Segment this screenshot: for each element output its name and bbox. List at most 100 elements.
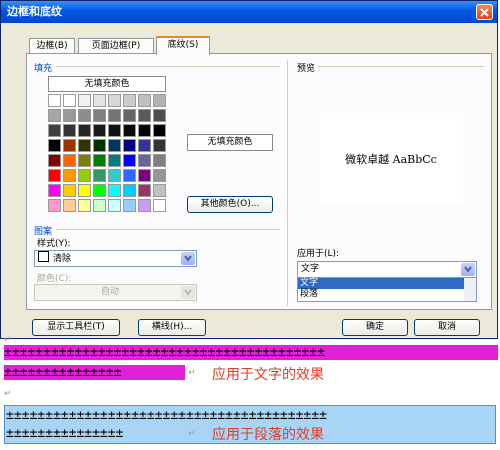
- color-swatch[interactable]: [48, 199, 61, 212]
- color-swatch[interactable]: [78, 94, 91, 107]
- color-swatch[interactable]: [48, 94, 61, 107]
- color-swatch[interactable]: [78, 109, 91, 122]
- apply-to-select[interactable]: 文字: [297, 261, 477, 278]
- paragraph-mark: ↵: [188, 368, 196, 378]
- apply-to-option-text[interactable]: 文字: [298, 278, 476, 289]
- chevron-down-icon: [184, 289, 192, 296]
- color-swatch[interactable]: [153, 184, 166, 197]
- color-swatch[interactable]: [123, 94, 136, 107]
- color-swatch[interactable]: [123, 169, 136, 182]
- style-select[interactable]: 清除: [34, 250, 197, 267]
- color-swatch[interactable]: [108, 124, 121, 137]
- list-scrollbar[interactable]: [464, 278, 476, 301]
- color-swatch[interactable]: [78, 199, 91, 212]
- color-swatch[interactable]: [153, 154, 166, 167]
- color-swatch[interactable]: [63, 169, 76, 182]
- more-colors-button[interactable]: 其他颜色(O)...: [187, 196, 273, 213]
- apply-to-options-list: 文字 段落: [297, 277, 477, 302]
- color-swatch[interactable]: [93, 169, 106, 182]
- ok-button[interactable]: 确定: [342, 319, 408, 336]
- color-swatch[interactable]: [108, 139, 121, 152]
- color-swatch[interactable]: [93, 154, 106, 167]
- no-fill-swatch[interactable]: 无填充颜色: [48, 76, 166, 92]
- color-swatch[interactable]: [108, 199, 121, 212]
- color-swatch[interactable]: [153, 139, 166, 152]
- horizontal-line-button[interactable]: 横线(H)...: [138, 319, 206, 336]
- color-swatch[interactable]: [48, 139, 61, 152]
- apply-to-dropdown-arrow[interactable]: [461, 263, 475, 276]
- color-swatch[interactable]: [93, 94, 106, 107]
- style-dropdown-arrow[interactable]: [181, 252, 195, 265]
- tab-shading[interactable]: 底纹(S): [156, 36, 210, 55]
- color-swatch[interactable]: [93, 124, 106, 137]
- color-swatch[interactable]: [138, 124, 151, 137]
- color-swatch[interactable]: [93, 139, 106, 152]
- color-swatch[interactable]: [108, 94, 121, 107]
- color-swatch[interactable]: [48, 124, 61, 137]
- color-swatch[interactable]: [93, 109, 106, 122]
- fill-group-divider: [56, 66, 280, 67]
- color-swatch[interactable]: [78, 139, 91, 152]
- color-swatch[interactable]: [108, 169, 121, 182]
- preview-group-divider: [318, 66, 484, 67]
- color-swatch[interactable]: [78, 124, 91, 137]
- tab-borders[interactable]: 边框(B): [29, 38, 75, 54]
- color-swatch[interactable]: [123, 184, 136, 197]
- color-swatch[interactable]: [63, 94, 76, 107]
- text-shading-line-2: ±±±±±±±±±±±±±±±: [4, 365, 185, 380]
- color-swatch[interactable]: [93, 184, 106, 197]
- color-swatch[interactable]: [138, 94, 151, 107]
- color-swatch[interactable]: [63, 154, 76, 167]
- color-swatch[interactable]: [108, 154, 121, 167]
- color-swatch[interactable]: [48, 109, 61, 122]
- color-swatch[interactable]: [78, 169, 91, 182]
- color-swatch[interactable]: [138, 184, 151, 197]
- color-swatch[interactable]: [153, 109, 166, 122]
- color-swatch[interactable]: [78, 184, 91, 197]
- color-swatch[interactable]: [153, 94, 166, 107]
- color-swatch[interactable]: [63, 139, 76, 152]
- close-button[interactable]: [476, 4, 493, 20]
- apply-to-option-paragraph[interactable]: 段落: [298, 289, 476, 300]
- color-swatch[interactable]: [138, 169, 151, 182]
- apply-to-label: 应用于(L):: [297, 249, 340, 259]
- color-swatch[interactable]: [153, 124, 166, 137]
- color-swatch[interactable]: [138, 139, 151, 152]
- color-swatch[interactable]: [138, 199, 151, 212]
- preview-sample-text: 微软卓越 AaBbCc: [345, 153, 437, 166]
- color-swatch[interactable]: [48, 184, 61, 197]
- color-swatch[interactable]: [153, 199, 166, 212]
- color-swatch[interactable]: [93, 199, 106, 212]
- apply-to-value: 文字: [301, 264, 320, 274]
- color-swatch[interactable]: [123, 139, 136, 152]
- color-swatch[interactable]: [123, 199, 136, 212]
- color-swatch[interactable]: [108, 109, 121, 122]
- color-swatch[interactable]: [48, 154, 61, 167]
- preview-area: 微软卓越 AaBbCc: [319, 113, 463, 203]
- selected-fill-display: 无填充颜色: [187, 134, 273, 151]
- color-swatch[interactable]: [78, 154, 91, 167]
- color-swatch[interactable]: [138, 154, 151, 167]
- color-swatch[interactable]: [63, 184, 76, 197]
- color-swatch[interactable]: [63, 109, 76, 122]
- close-icon: [480, 8, 489, 17]
- color-swatch[interactable]: [123, 124, 136, 137]
- fill-group-label: 填充: [34, 64, 53, 74]
- color-value: 自动: [100, 287, 119, 297]
- color-swatch[interactable]: [48, 169, 61, 182]
- color-swatch[interactable]: [153, 169, 166, 182]
- color-select: 自动: [34, 284, 197, 301]
- color-swatch[interactable]: [123, 109, 136, 122]
- cancel-button[interactable]: 取消: [414, 319, 480, 336]
- color-swatch[interactable]: [108, 184, 121, 197]
- tab-page-border[interactable]: 页面边框(P): [78, 38, 154, 54]
- color-swatch[interactable]: [123, 154, 136, 167]
- color-dropdown-arrow: [181, 286, 195, 299]
- color-swatch[interactable]: [63, 124, 76, 137]
- color-swatch[interactable]: [138, 109, 151, 122]
- color-swatch[interactable]: [63, 199, 76, 212]
- show-toolbar-button[interactable]: 显示工具栏(T): [32, 319, 120, 336]
- dialog-titlebar[interactable]: 边框和底纹: [1, 1, 497, 23]
- color-label: 颜色(C):: [37, 274, 72, 284]
- paragraph-mark: ↵: [4, 389, 12, 399]
